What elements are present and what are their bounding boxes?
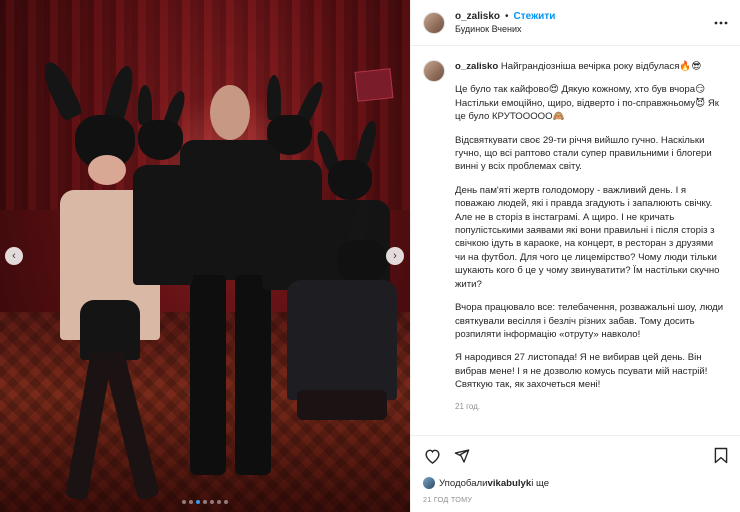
liker-avatar	[423, 477, 435, 489]
chevron-left-icon: ‹	[12, 250, 16, 262]
dancer-back-left	[128, 85, 198, 345]
wall-sign	[354, 68, 394, 102]
carousel-dot	[189, 500, 193, 504]
caption-text: o_zalisko Найграндіозніша вечірка року в…	[455, 60, 725, 413]
post-details-panel: o_zalisko • Стежити Будинок Вчених o_zal…	[410, 0, 740, 512]
carousel-dot	[182, 500, 186, 504]
location-link[interactable]: Будинок Вчених	[455, 24, 555, 34]
likes-suffix[interactable]: і ще	[531, 478, 549, 489]
caption-area: o_zalisko Найграндіозніша вечірка року в…	[411, 46, 740, 435]
previous-photo-button[interactable]: ‹	[5, 247, 23, 265]
caption-paragraph-1: Це було так кайфово😍 Дякую кожному, хто …	[455, 84, 719, 123]
likes-prefix: Уподобали	[439, 477, 488, 489]
post-header: o_zalisko • Стежити Будинок Вчених	[411, 0, 740, 46]
heart-icon[interactable]	[423, 447, 441, 465]
caption-paragraph-2: Відсвяткувати своє 29-ти річчя вийшло гу…	[455, 134, 712, 173]
caption-paragraph-5: Я народився 27 листопада! Я не вибирав ц…	[455, 352, 708, 391]
posted-ago[interactable]: 21 ГОД ТОМУ	[411, 491, 740, 504]
send-icon[interactable]	[453, 447, 471, 465]
more-horizontal-icon[interactable]	[714, 15, 728, 25]
header-username[interactable]: o_zalisko	[455, 11, 500, 22]
chevron-right-icon: ›	[393, 250, 397, 262]
bookmark-icon[interactable]	[714, 447, 728, 467]
caption-first-line: Найграндіозніша вечірка року відбулася🔥😎	[498, 61, 702, 72]
post-photo[interactable]: ‹ ›	[0, 0, 410, 512]
separator-dot: •	[505, 11, 509, 22]
dancer-crouching	[282, 198, 402, 490]
caption-time[interactable]: 21 год.	[455, 400, 725, 413]
caption-paragraph-3: День пам'яті жертв голодомору - важливий…	[455, 184, 720, 290]
action-bar	[411, 435, 740, 475]
follow-button[interactable]: Стежити	[514, 11, 556, 22]
carousel-dot	[210, 500, 214, 504]
liker-username[interactable]: vikabulyk	[487, 478, 531, 489]
avatar[interactable]	[423, 11, 445, 34]
next-photo-button[interactable]: ›	[386, 247, 404, 265]
caption-paragraph-4: Вчора працювало все: телебачення, розваж…	[455, 302, 724, 340]
carousel-dot	[196, 500, 200, 504]
likes-summary[interactable]: Уподобали vikabulyk і ще	[411, 475, 740, 491]
carousel-dot	[224, 500, 228, 504]
carousel-indicator	[0, 500, 410, 504]
carousel-dot	[203, 500, 207, 504]
carousel-dot	[217, 500, 221, 504]
caption-username[interactable]: o_zalisko	[455, 61, 498, 72]
caption-avatar[interactable]	[423, 60, 445, 82]
